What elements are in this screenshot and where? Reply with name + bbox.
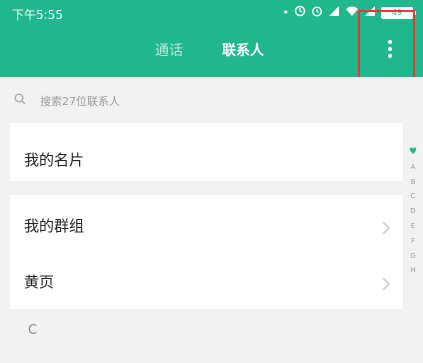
- contacts-list: 我的名片 我的群组 黄页 C: [10, 123, 403, 363]
- section-letter: C: [28, 323, 38, 338]
- chevron-right-icon: [382, 221, 391, 235]
- index-letter[interactable]: H: [404, 263, 422, 278]
- my-card-row[interactable]: 我的名片: [10, 123, 403, 181]
- index-letter[interactable]: A: [404, 160, 422, 175]
- yellow-pages-label: 黄页: [24, 273, 55, 291]
- index-letter[interactable]: G: [404, 249, 422, 264]
- index-letter[interactable]: F: [404, 234, 422, 249]
- favorites-heart-icon[interactable]: ♥: [404, 145, 422, 160]
- index-letter[interactable]: B: [404, 175, 422, 190]
- search-input[interactable]: 搜索27位联系人: [40, 93, 120, 109]
- section-divider: [10, 181, 403, 195]
- tab-calls[interactable]: 通话: [155, 40, 183, 60]
- my-groups-label: 我的群组: [24, 217, 85, 235]
- search-icon: [14, 93, 26, 105]
- my-groups-row[interactable]: 我的群组: [10, 195, 403, 253]
- search-bar[interactable]: 搜索27位联系人: [0, 77, 423, 123]
- alphabet-index[interactable]: ♥ A B C D E F G H: [404, 145, 422, 363]
- my-card-label: 我的名片: [24, 151, 85, 169]
- section-header: C: [10, 309, 403, 363]
- alarm-icon: [311, 5, 323, 21]
- index-letter[interactable]: E: [404, 219, 422, 234]
- status-time: 下午5:55: [12, 8, 63, 22]
- more-options-icon[interactable]: [386, 40, 394, 60]
- yellow-pages-row[interactable]: 黄页: [10, 253, 403, 311]
- chevron-right-icon: [382, 277, 391, 291]
- signal-icon: [328, 5, 340, 21]
- index-letter[interactable]: D: [404, 204, 422, 219]
- index-letter[interactable]: C: [404, 189, 422, 204]
- tab-contacts[interactable]: 联系人: [222, 40, 264, 60]
- sync-icon: [294, 5, 306, 21]
- wifi-icon: [345, 5, 359, 21]
- dots-icon: •: [282, 6, 290, 19]
